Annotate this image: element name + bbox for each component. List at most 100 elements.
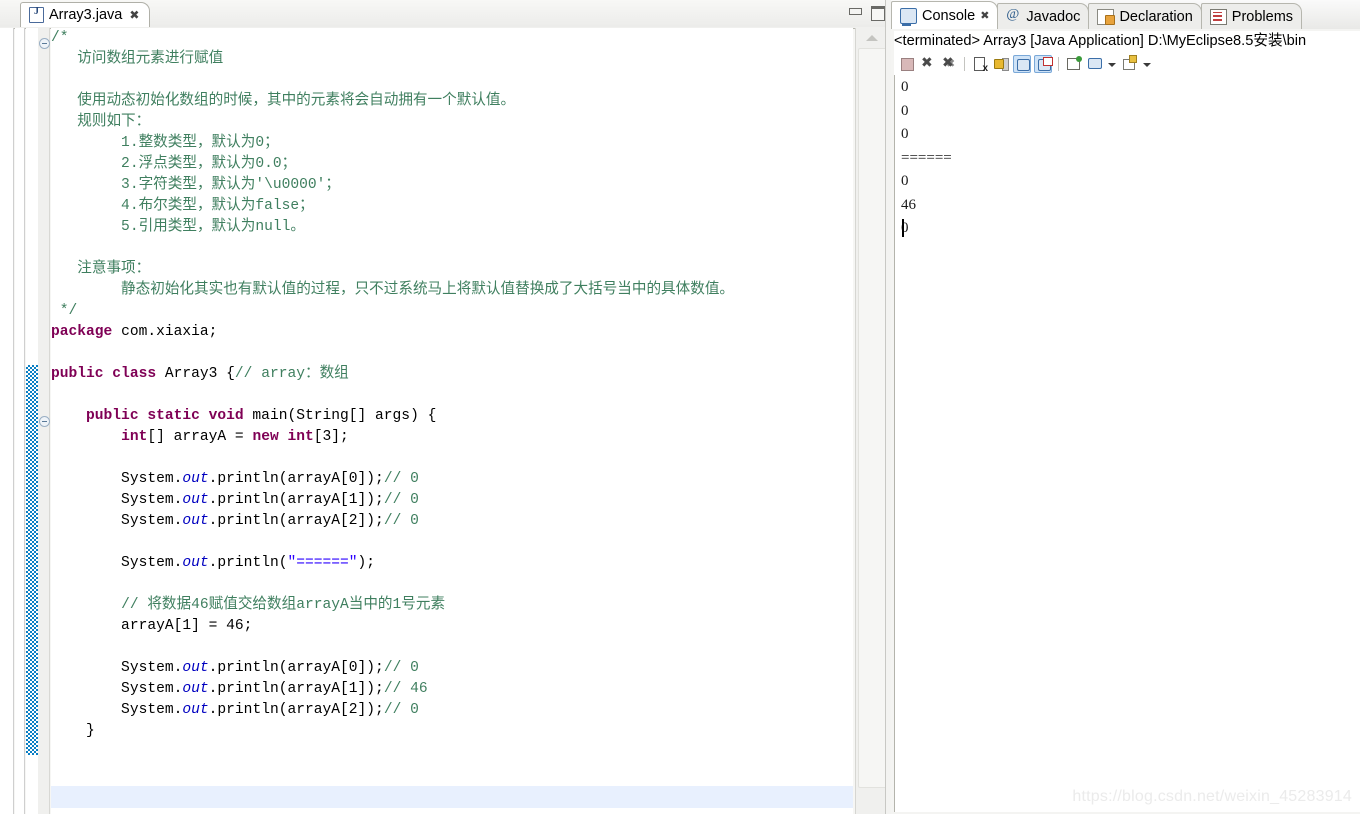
- tab-javadoc[interactable]: Javadoc: [997, 3, 1090, 29]
- code-token: "======": [287, 555, 358, 571]
- code-token: /*: [51, 30, 69, 46]
- code-line: }: [51, 721, 734, 742]
- code-token: .println(arrayA[1]);: [208, 681, 384, 697]
- console-output-line: 0: [901, 173, 909, 189]
- chevron-down-icon[interactable]: [1142, 55, 1153, 73]
- scroll-lock-button[interactable]: [992, 55, 1010, 73]
- code-line: arrayA[1] = 46;: [51, 616, 734, 637]
- editor-tab-bar: Array3.java ✖: [0, 0, 891, 29]
- editor-tab-array3-java[interactable]: Array3.java ✖: [20, 2, 151, 27]
- code-line: System.out.println(arrayA[2]);// 0: [51, 511, 734, 532]
- code-token: // 0: [383, 513, 419, 529]
- show-console-on-error-button[interactable]: [1034, 54, 1053, 73]
- code-line: 规则如下：: [51, 112, 734, 133]
- tab-console[interactable]: Console ✖: [891, 1, 999, 29]
- code-token: .println(arrayA[0]);: [208, 471, 384, 487]
- declaration-icon: [1097, 8, 1116, 25]
- tab-problems[interactable]: Problems: [1200, 3, 1303, 29]
- code-line: package com.xiaxia;: [51, 322, 734, 343]
- code-token: 2.浮点类型，默认为0.0；: [51, 156, 297, 172]
- fold-toggle-icon-method[interactable]: [39, 416, 50, 427]
- current-line-highlight: [51, 786, 853, 808]
- code-token: 注意事项：: [51, 261, 151, 277]
- change-marker-bar: [26, 365, 38, 755]
- console-pane: Console ✖ Javadoc Declaration Problems <…: [891, 0, 1360, 814]
- pin-console-button[interactable]: [1065, 55, 1083, 73]
- close-icon[interactable]: ✖: [129, 9, 139, 21]
- console-tab-bar: Console ✖ Javadoc Declaration Problems: [891, 0, 1360, 29]
- code-token: System.: [51, 471, 183, 487]
- minimize-button[interactable]: [847, 5, 863, 19]
- code-token: public static void: [86, 408, 244, 424]
- code-token: .println(arrayA[2]);: [208, 702, 384, 718]
- code-editor-surface[interactable]: /* 访问数组元素进行赋值 使用动态初始化数组的时候，其中的元素将会自动拥有一个…: [51, 28, 853, 814]
- code-line: public static void main(String[] args) {: [51, 406, 734, 427]
- code-token: int: [121, 429, 148, 445]
- watermark: https://blog.csdn.net/weixin_45283914: [1072, 788, 1352, 805]
- code-line: 1.整数类型，默认为0；: [51, 133, 734, 154]
- code-token: // 0: [383, 660, 419, 676]
- console-output-line: 0: [901, 126, 909, 142]
- console-output-text: 0 0 0 ====== 0 46 0: [901, 76, 952, 241]
- terminate-button[interactable]: [898, 55, 916, 73]
- code-line: 静态初始化其实也有默认值的过程，只不过系统马上将默认值替换成了大括号当中的具体数…: [51, 280, 734, 301]
- code-token: [] arrayA =: [147, 429, 253, 445]
- code-token: com.xiaxia;: [112, 324, 218, 340]
- fold-toggle-icon-comment[interactable]: [39, 38, 50, 49]
- scroll-up-arrow-icon[interactable]: [866, 35, 878, 41]
- code-token: // 0: [383, 471, 419, 487]
- code-token: // 将数据46赋值交给数组arrayA当中的1号元素: [121, 597, 446, 613]
- clear-console-button[interactable]: [971, 55, 989, 74]
- code-token: // 0: [383, 492, 419, 508]
- toolbar-separator: [1058, 56, 1059, 71]
- code-line: [51, 238, 734, 259]
- code-token: Array3 {: [156, 366, 235, 382]
- show-console-on-output-button[interactable]: [1013, 54, 1031, 73]
- code-token: 静态初始化其实也有默认值的过程，只不过系统马上将默认值替换成了大括号当中的具体数…: [51, 282, 735, 298]
- code-line: // 将数据46赋值交给数组arrayA当中的1号元素: [51, 595, 734, 616]
- open-console-button[interactable]: [1121, 54, 1139, 73]
- code-token: .println(arrayA[1]);: [208, 492, 384, 508]
- code-line: 注意事项：: [51, 259, 734, 280]
- code-line: 访问数组元素进行赋值: [51, 49, 734, 70]
- console-launch-title: <terminated> Array3 [Java Application] D…: [894, 31, 1360, 52]
- tab-declaration[interactable]: Declaration: [1088, 3, 1202, 29]
- code-token: System.: [51, 513, 183, 529]
- code-token: 使用动态初始化数组的时候，其中的元素将会自动拥有一个默认值。: [51, 93, 516, 109]
- console-output-line: 0: [901, 220, 909, 236]
- maximize-button[interactable]: [869, 5, 885, 21]
- annotation-ruler[interactable]: [0, 28, 14, 814]
- code-token: out: [182, 681, 209, 697]
- display-selected-console-button[interactable]: [1086, 55, 1104, 73]
- folding-ruler[interactable]: [15, 28, 25, 814]
- javadoc-icon: [1006, 7, 1021, 24]
- tab-console-label: Console: [922, 7, 976, 24]
- console-output-area[interactable]: 0 0 0 ====== 0 46 0: [894, 75, 1360, 812]
- tab-problems-label: Problems: [1231, 8, 1294, 25]
- code-token: out: [182, 702, 209, 718]
- close-icon[interactable]: ✖: [980, 9, 989, 22]
- code-token: out: [182, 555, 209, 571]
- code-token: .println(: [208, 555, 288, 571]
- remove-all-terminated-button[interactable]: [940, 54, 958, 73]
- code-token: 5.引用类型，默认为null。: [51, 219, 305, 235]
- code-line: System.out.println(arrayA[2]);// 0: [51, 700, 734, 721]
- code-token: out: [182, 492, 209, 508]
- code-token: out: [182, 660, 209, 676]
- code-line: 5.引用类型，默认为null。: [51, 217, 734, 238]
- code-token: // array：数组: [234, 366, 349, 382]
- code-token: out: [182, 513, 209, 529]
- chevron-down-icon[interactable]: [1107, 55, 1118, 73]
- console-output-line: ======: [901, 149, 952, 166]
- code-line: 使用动态初始化数组的时候，其中的元素将会自动拥有一个默认值。: [51, 91, 734, 112]
- code-token: System.: [51, 555, 183, 571]
- remove-launch-button[interactable]: [919, 54, 937, 73]
